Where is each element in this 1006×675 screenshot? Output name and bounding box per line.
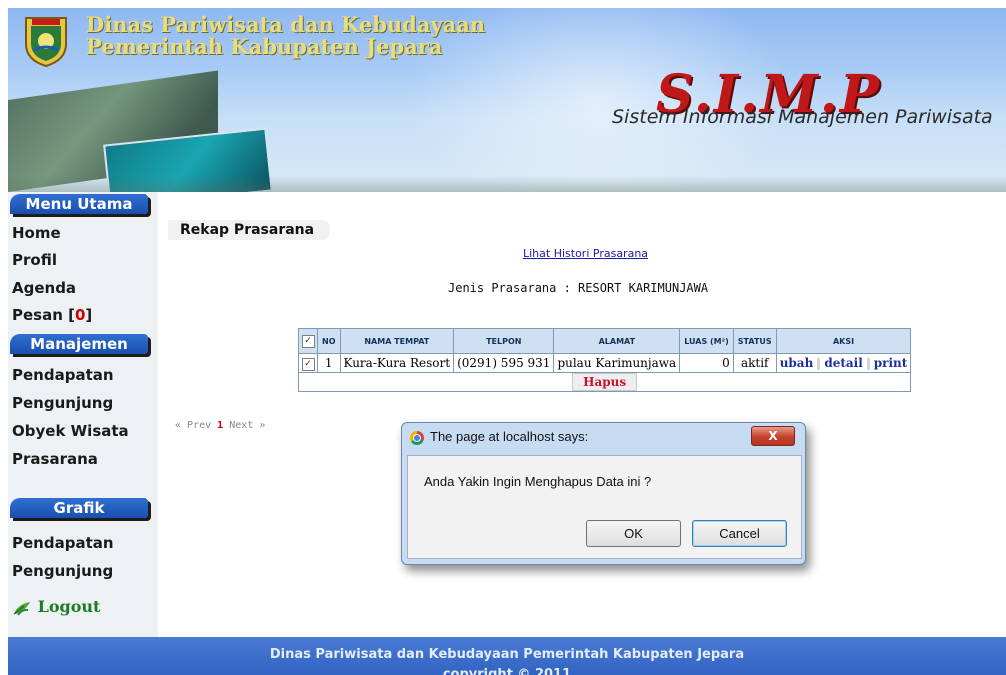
confirm-dialog: The page at localhost says: X Anda Yakin… xyxy=(401,422,806,565)
col-no: NO xyxy=(317,328,341,354)
cell-no: 1 xyxy=(317,353,341,373)
grafik-heading: Grafik xyxy=(10,498,148,518)
footer-copyright: copyright © 2011 xyxy=(442,667,572,675)
jepara-logo-icon xyxy=(25,17,67,68)
sidebar-item-pengunjung[interactable]: Pengunjung xyxy=(12,394,113,412)
sidebar-item-profil[interactable]: Profil xyxy=(12,251,57,269)
next-link[interactable]: Next » xyxy=(229,420,265,431)
table-row: ✓ 1 Kura-Kura Resort (0291) 595 931 pula… xyxy=(298,353,912,373)
aksi-separator xyxy=(817,357,821,370)
row-select-cell: ✓ xyxy=(298,353,318,373)
manajemen-heading: Manajemen xyxy=(10,334,148,354)
col-alamat: ALAMAT xyxy=(553,328,681,354)
table-header-row: ✓ NO NAMA TEMPAT TELPON ALAMAT LUAS (M²)… xyxy=(298,328,912,354)
jenis-prasarana-label: Jenis Prasarana : RESORT KARIMUNJAWA xyxy=(448,281,709,295)
dialog-message: Anda Yakin Ingin Menghapus Data ini ? xyxy=(424,474,652,489)
aksi-separator xyxy=(866,357,870,370)
hapus-row: Hapus xyxy=(297,372,912,392)
sidebar-item-grafik-pengunjung[interactable]: Pengunjung xyxy=(12,562,113,580)
pagination: « Prev 1 Next » xyxy=(175,420,265,431)
footer-institution: Dinas Pariwisata dan Kebudayaan Pemerint… xyxy=(269,647,745,662)
logout-leaf-icon xyxy=(13,601,30,616)
hapus-button[interactable]: Hapus xyxy=(572,373,638,391)
col-telpon: TELPON xyxy=(453,328,555,354)
col-luas: LUAS (M²) xyxy=(679,328,734,354)
menu-utama-heading: Menu Utama xyxy=(10,194,148,214)
dialog-title-bar: The page at localhost says: xyxy=(410,429,588,445)
page-frame: Dinas Pariwisata dan Kebudayaan Pemerint… xyxy=(8,8,1006,675)
app-subtitle: Sistem Informasi Manajemen Pariwisata xyxy=(612,106,993,128)
col-aksi: AKSI xyxy=(775,328,912,354)
cell-aksi: ubah detail print xyxy=(775,353,912,373)
dialog-title: The page at localhost says: xyxy=(430,429,589,444)
select-all-cell: ✓ xyxy=(298,328,318,354)
current-page: 1 xyxy=(217,420,224,431)
print-link[interactable]: print xyxy=(874,356,908,370)
chrome-icon xyxy=(410,430,424,445)
pesan-count: 0 xyxy=(74,306,86,324)
page-title: Rekap Prasarana xyxy=(168,220,331,240)
sidebar-item-pesan[interactable]: Pesan [0] xyxy=(12,306,92,324)
col-status: STATUS xyxy=(732,328,777,354)
prev-link[interactable]: « Prev xyxy=(175,420,211,431)
logout-label: Logout xyxy=(37,597,101,616)
row-checkbox[interactable]: ✓ xyxy=(301,358,315,371)
histori-link[interactable]: Lihat Histori Prasarana xyxy=(523,247,648,260)
cell-telpon: (0291) 595 931 xyxy=(453,353,555,373)
sidebar-item-home[interactable]: Home xyxy=(12,224,61,242)
institution-title: Dinas Pariwisata dan Kebudayaan Pemerint… xyxy=(86,14,485,58)
institution-title-line1: Dinas Pariwisata dan Kebudayaan xyxy=(86,12,486,37)
pesan-close: ] xyxy=(85,306,93,324)
prasarana-table: ✓ NO NAMA TEMPAT TELPON ALAMAT LUAS (M²)… xyxy=(297,328,912,392)
banner-strip xyxy=(8,176,1006,192)
cell-alamat: pulau Karimunjawa xyxy=(553,353,681,373)
select-all-checkbox[interactable]: ✓ xyxy=(301,334,315,348)
header-banner: Dinas Pariwisata dan Kebudayaan Pemerint… xyxy=(8,8,1006,192)
footer: Dinas Pariwisata dan Kebudayaan Pemerint… xyxy=(8,637,1006,675)
logout-link[interactable]: Logout xyxy=(12,597,100,616)
detail-link[interactable]: detail xyxy=(824,356,862,370)
sidebar-item-prasarana[interactable]: Prasarana xyxy=(12,450,98,468)
cell-nama: Kura-Kura Resort xyxy=(339,353,455,373)
sidebar-item-grafik-pendapatan[interactable]: Pendapatan xyxy=(12,534,114,552)
ubah-link[interactable]: ubah xyxy=(780,356,814,370)
sidebar-item-obyek-wisata[interactable]: Obyek Wisata xyxy=(12,422,129,440)
cancel-button[interactable]: Cancel xyxy=(692,520,787,547)
sidebar: Menu Utama Home Profil Agenda Pesan [0] … xyxy=(8,192,158,644)
sidebar-item-pendapatan[interactable]: Pendapatan xyxy=(12,366,114,384)
ok-button[interactable]: OK xyxy=(586,520,681,547)
institution-title-line2: Pemerintah Kabupaten Jepara xyxy=(86,34,443,59)
cell-luas: 0 xyxy=(679,353,734,373)
dialog-body: Anda Yakin Ingin Menghapus Data ini ? OK… xyxy=(407,455,802,559)
hapus-cell: Hapus xyxy=(297,372,912,392)
pesan-label: Pesan [ xyxy=(12,306,75,324)
col-nama-tempat: NAMA TEMPAT xyxy=(339,328,455,354)
dialog-close-button[interactable]: X xyxy=(751,426,795,446)
sidebar-item-agenda[interactable]: Agenda xyxy=(12,279,76,297)
cell-status: aktif xyxy=(732,353,777,373)
